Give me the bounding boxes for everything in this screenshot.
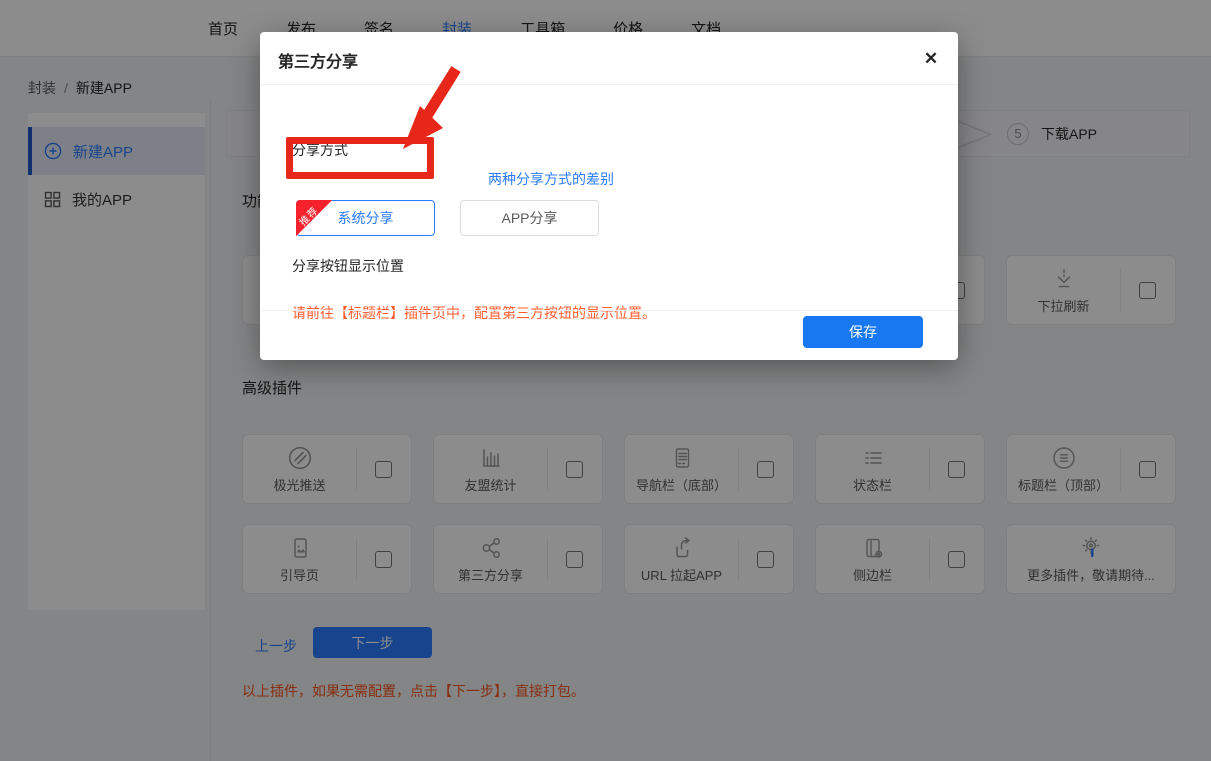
share-method-label: 分享方式 — [292, 140, 348, 160]
recommend-label: 推荐 — [296, 200, 332, 236]
app-share-button[interactable]: APP分享 — [460, 200, 599, 236]
system-share-button[interactable]: 推荐 系统分享 — [296, 200, 435, 236]
third-party-share-modal: 第三方分享 ✕ 分享方式 两种分享方式的差别 推荐 系统分享 APP分享 分享按… — [260, 32, 958, 360]
close-icon[interactable]: ✕ — [916, 44, 946, 74]
share-options: 推荐 系统分享 APP分享 — [296, 200, 599, 236]
system-share-label: 系统分享 — [338, 210, 394, 226]
save-button[interactable]: 保存 — [803, 316, 923, 348]
share-diff-link[interactable]: 两种分享方式的差别 — [488, 169, 614, 189]
modal-title: 第三方分享 — [278, 48, 358, 72]
modal-header: 第三方分享 ✕ — [260, 32, 958, 85]
button-position-label: 分享按钮显示位置 — [292, 256, 404, 276]
app-share-label: APP分享 — [501, 210, 557, 226]
app-screen: 首页 发布 签名 封装 工具箱 价格 文档 封装/新建APP 新建APP — [0, 0, 1211, 761]
recommend-ribbon: 推荐 — [296, 200, 332, 236]
modal-footer: 保存 — [260, 310, 958, 360]
